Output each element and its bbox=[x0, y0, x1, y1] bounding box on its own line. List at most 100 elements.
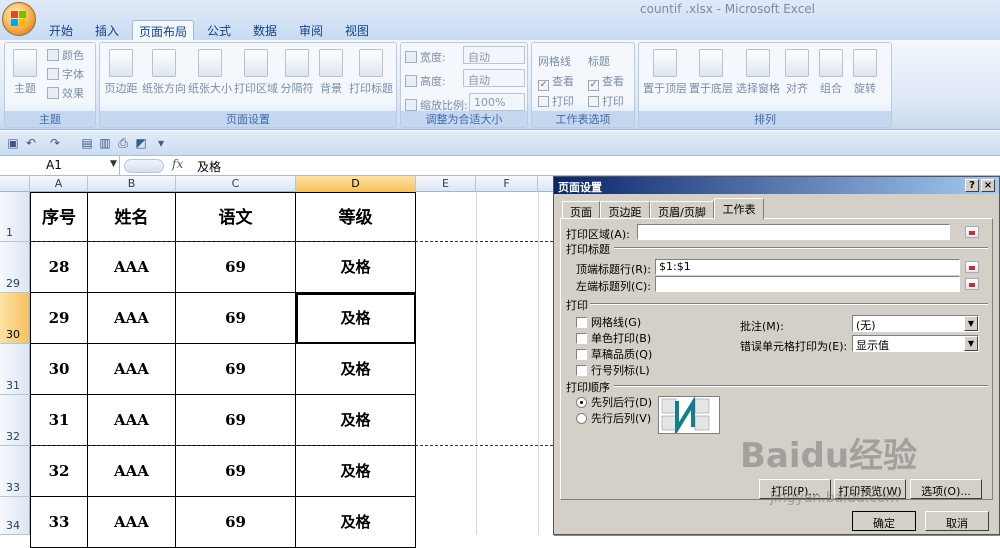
width-select[interactable]: 自动 bbox=[463, 46, 525, 64]
top-rows-input[interactable]: $1:$1 bbox=[655, 259, 960, 275]
cell[interactable]: 33 bbox=[30, 497, 88, 548]
active-cell[interactable]: 及格 bbox=[296, 293, 416, 344]
cell[interactable]: 及格 bbox=[296, 497, 416, 548]
orientation-button[interactable]: 纸张方向 bbox=[142, 49, 186, 96]
tab-page-layout[interactable]: 页面布局 bbox=[132, 20, 194, 40]
breaks-button[interactable]: 分隔符 bbox=[280, 49, 314, 96]
help-button[interactable]: ? bbox=[965, 179, 979, 192]
cell[interactable]: 69 bbox=[176, 293, 296, 344]
cell[interactable]: 序号 bbox=[30, 192, 88, 242]
cell[interactable]: 69 bbox=[176, 395, 296, 446]
send-to-back-button[interactable]: 置于底层 bbox=[689, 49, 733, 96]
camera-icon[interactable]: ◩ bbox=[134, 136, 148, 150]
gridlines-checkbox[interactable]: 网格线(G) bbox=[576, 314, 641, 330]
formula-content[interactable]: 及格 bbox=[197, 158, 221, 175]
print-area-button[interactable]: 打印区域 bbox=[234, 49, 278, 96]
col-header[interactable]: A bbox=[30, 176, 88, 192]
options-button[interactable]: 选项(O)... bbox=[910, 479, 982, 499]
col-header[interactable]: D bbox=[296, 176, 416, 192]
name-box-dropdown-icon[interactable]: ▼ bbox=[110, 159, 117, 169]
row-header[interactable]: 33 bbox=[0, 446, 30, 497]
row-col-headings-checkbox[interactable]: 行号列标(L) bbox=[576, 362, 650, 378]
print-titles-button[interactable]: 打印标题 bbox=[348, 49, 394, 96]
height-select[interactable]: 自动 bbox=[463, 69, 525, 87]
rotate-button[interactable]: 旋转 bbox=[851, 49, 879, 96]
col-header[interactable]: C bbox=[176, 176, 296, 192]
cancel-button[interactable]: 取消 bbox=[925, 511, 989, 531]
over-then-down-radio[interactable]: 先行后列(V) bbox=[576, 410, 651, 426]
row-header[interactable]: 32 bbox=[0, 395, 30, 446]
tab-home[interactable]: 开始 bbox=[40, 20, 82, 40]
size-button[interactable]: 纸张大小 bbox=[188, 49, 232, 96]
cell[interactable]: 及格 bbox=[296, 395, 416, 446]
tab-header-footer[interactable]: 页眉/页脚 bbox=[650, 201, 714, 219]
group-button[interactable]: 组合 bbox=[817, 49, 845, 96]
errors-select[interactable]: 显示值 ▼ bbox=[852, 335, 979, 352]
print-icon[interactable]: ⎙ bbox=[116, 136, 130, 150]
cell[interactable]: 30 bbox=[30, 344, 88, 395]
col-header[interactable]: E bbox=[416, 176, 476, 192]
background-button[interactable]: 背景 bbox=[316, 49, 346, 96]
cell[interactable]: 及格 bbox=[296, 344, 416, 395]
align-button[interactable]: 对齐 bbox=[783, 49, 811, 96]
selection-pane-button[interactable]: 选择窗格 bbox=[735, 49, 781, 96]
cell[interactable]: 29 bbox=[30, 293, 88, 344]
preview-icon[interactable]: ▥ bbox=[98, 136, 112, 150]
row-header[interactable]: 31 bbox=[0, 344, 30, 395]
select-all-corner[interactable] bbox=[0, 176, 30, 192]
headings-print-checkbox[interactable]: 打印 bbox=[588, 93, 624, 109]
down-then-over-radio[interactable]: 先列后行(D) bbox=[576, 394, 652, 410]
comments-select[interactable]: (无) ▼ bbox=[852, 315, 979, 332]
headings-view-checkbox[interactable]: ✓ 查看 bbox=[588, 73, 624, 91]
office-button[interactable] bbox=[2, 2, 36, 36]
col-header[interactable]: F bbox=[476, 176, 538, 192]
close-button[interactable]: × bbox=[981, 179, 995, 192]
collapse-dialog-icon[interactable] bbox=[965, 261, 979, 273]
cell[interactable]: 69 bbox=[176, 344, 296, 395]
print-area-input[interactable] bbox=[637, 224, 950, 240]
cell[interactable]: AAA bbox=[88, 242, 176, 293]
draft-quality-checkbox[interactable]: 草稿品质(Q) bbox=[576, 346, 652, 362]
row-header[interactable]: 29 bbox=[0, 242, 30, 293]
col-header[interactable]: B bbox=[88, 176, 176, 192]
black-white-checkbox[interactable]: 单色打印(B) bbox=[576, 330, 651, 346]
cell[interactable]: 69 bbox=[176, 446, 296, 497]
tab-page[interactable]: 页面 bbox=[562, 201, 600, 219]
cell[interactable]: 等级 bbox=[296, 192, 416, 242]
effects-button[interactable]: 效果 bbox=[47, 85, 84, 101]
cell[interactable]: 及格 bbox=[296, 242, 416, 293]
row-header[interactable]: 1 bbox=[0, 192, 30, 242]
cell[interactable]: AAA bbox=[88, 293, 176, 344]
formula-bar-expander[interactable] bbox=[124, 159, 164, 173]
collapse-dialog-icon[interactable] bbox=[965, 226, 979, 238]
tab-formulas[interactable]: 公式 bbox=[198, 20, 240, 40]
cell[interactable]: AAA bbox=[88, 344, 176, 395]
fonts-button[interactable]: 字体 bbox=[47, 66, 84, 82]
tab-margins[interactable]: 页边距 bbox=[600, 201, 650, 219]
save-icon[interactable]: ▣ bbox=[6, 136, 20, 150]
row-header[interactable]: 34 bbox=[0, 497, 30, 535]
collapse-dialog-icon[interactable] bbox=[965, 278, 979, 290]
fx-icon[interactable]: fx bbox=[172, 157, 183, 171]
cell[interactable]: 69 bbox=[176, 242, 296, 293]
redo-icon[interactable]: ↷ bbox=[48, 136, 62, 150]
bring-to-front-button[interactable]: 置于顶层 bbox=[643, 49, 687, 96]
tab-view[interactable]: 视图 bbox=[336, 20, 378, 40]
tab-review[interactable]: 审阅 bbox=[290, 20, 332, 40]
gridlines-view-checkbox[interactable]: ✓ 查看 bbox=[538, 73, 574, 91]
cell[interactable]: 姓名 bbox=[88, 192, 176, 242]
left-cols-input[interactable] bbox=[655, 276, 960, 292]
cell[interactable]: 69 bbox=[176, 497, 296, 548]
scale-input[interactable]: 100% bbox=[469, 93, 525, 111]
tab-insert[interactable]: 插入 bbox=[86, 20, 128, 40]
open-icon[interactable]: ▤ bbox=[80, 136, 94, 150]
themes-button[interactable]: 主题 bbox=[9, 49, 41, 96]
undo-icon[interactable]: ↶ bbox=[24, 136, 38, 150]
cell[interactable]: 及格 bbox=[296, 446, 416, 497]
margins-button[interactable]: 页边距 bbox=[104, 49, 138, 96]
row-header[interactable]: 30 bbox=[0, 293, 30, 344]
cell[interactable]: 28 bbox=[30, 242, 88, 293]
cell[interactable]: 32 bbox=[30, 446, 88, 497]
cell[interactable]: AAA bbox=[88, 395, 176, 446]
name-box[interactable]: A1 bbox=[0, 156, 120, 175]
